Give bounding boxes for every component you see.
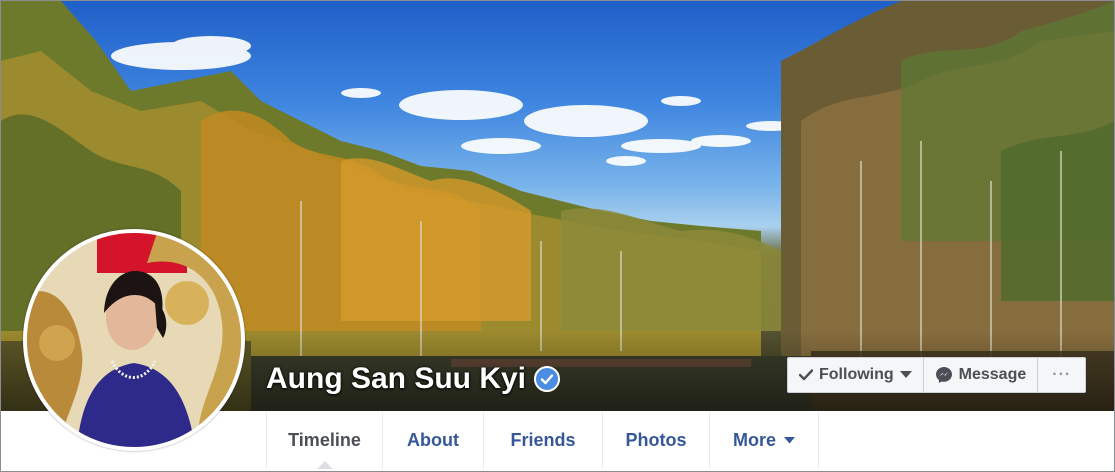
profile-name-row: Aung San Suu Kyi <box>266 359 561 399</box>
messenger-icon <box>935 366 953 384</box>
profile-header: Aung San Suu Kyi Following Message ··· T… <box>0 0 1115 472</box>
following-button[interactable]: Following <box>788 358 923 392</box>
message-label: Message <box>958 366 1027 383</box>
tab-label: Timeline <box>288 430 361 450</box>
more-options-icon: ··· <box>1052 366 1072 383</box>
tab-label: About <box>407 430 459 450</box>
verified-badge-icon[interactable] <box>534 366 561 392</box>
profile-tabs: Timeline About Friends Photos More <box>266 412 819 469</box>
tab-label: Photos <box>625 430 687 450</box>
more-options-button[interactable]: ··· <box>1037 358 1085 392</box>
tab-timeline[interactable]: Timeline <box>266 412 383 469</box>
tab-label: More <box>732 430 776 450</box>
profile-name[interactable]: Aung San Suu Kyi <box>266 362 526 396</box>
tab-label: Friends <box>510 430 576 450</box>
checkmark-icon <box>799 369 813 381</box>
message-button[interactable]: Message <box>922 358 1038 392</box>
profile-picture[interactable] <box>23 229 245 451</box>
following-label: Following <box>819 366 894 383</box>
tab-more[interactable]: More <box>710 412 819 469</box>
caret-down-icon <box>784 437 795 444</box>
tab-about[interactable]: About <box>383 412 484 469</box>
caret-down-icon <box>899 371 912 379</box>
profile-actions: Following Message ··· <box>787 357 1087 393</box>
tab-photos[interactable]: Photos <box>603 412 710 469</box>
profile-picture-image <box>27 233 241 447</box>
tab-friends[interactable]: Friends <box>484 412 603 469</box>
